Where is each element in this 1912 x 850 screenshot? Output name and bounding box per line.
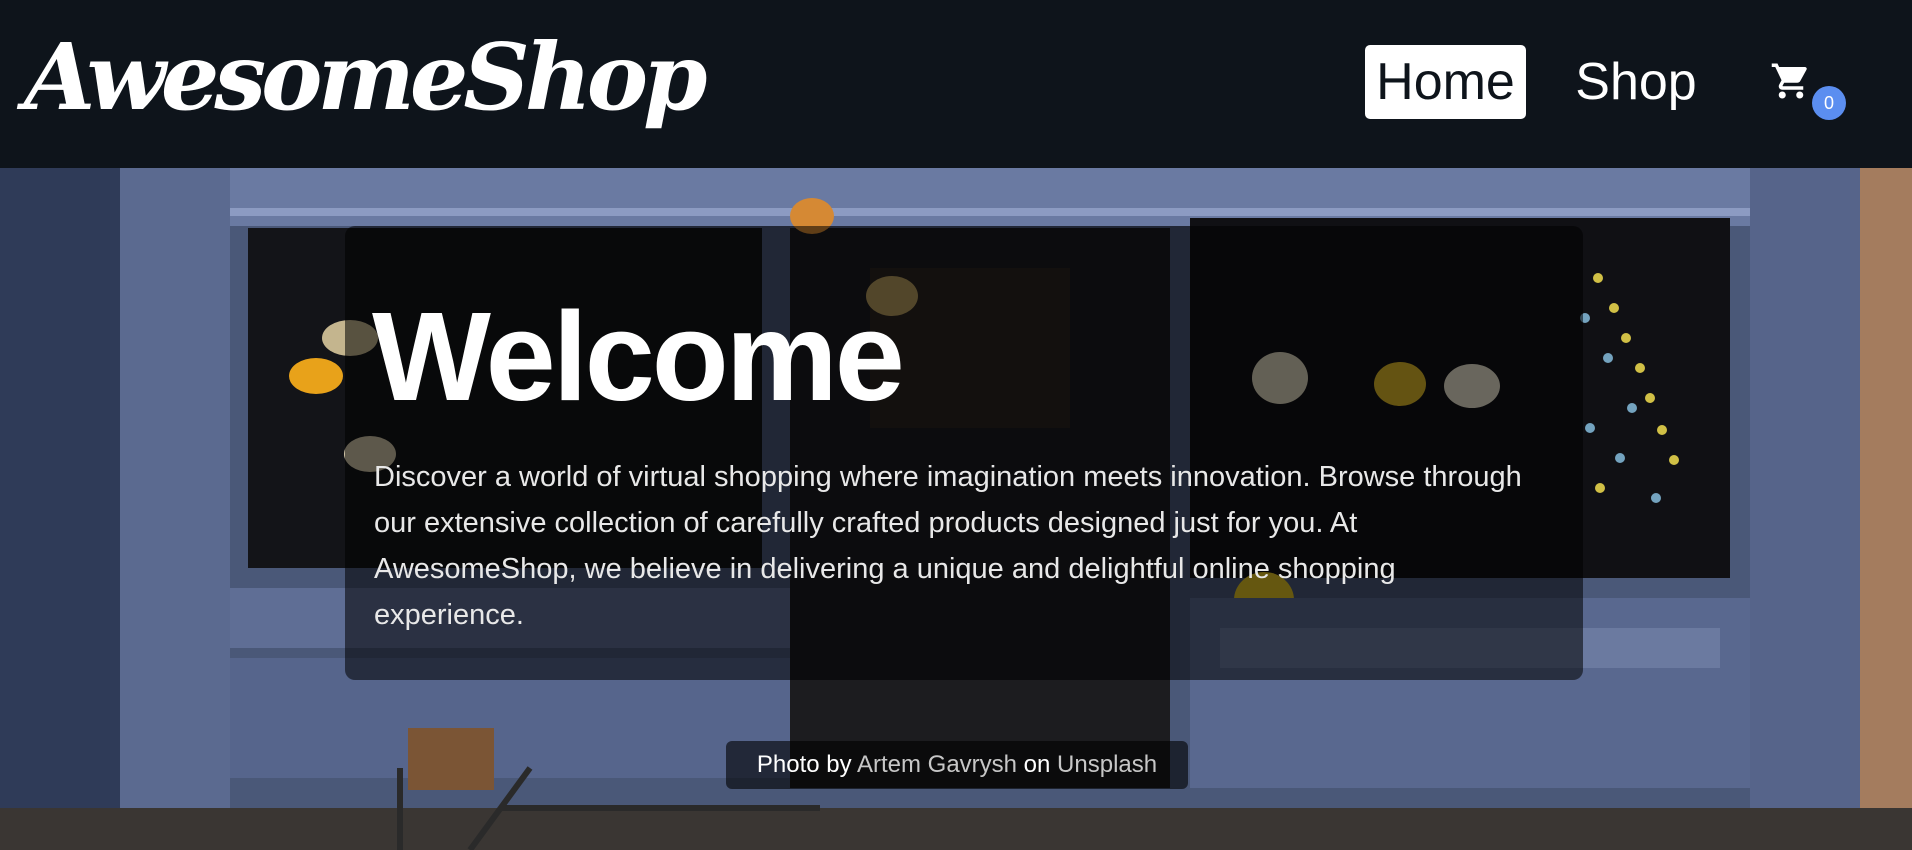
cart-button[interactable]: 0 <box>1764 56 1846 122</box>
photo-credit-middle: on <box>1023 751 1051 778</box>
brand-logo[interactable]: AwesomeShop <box>24 22 707 132</box>
hero-description: Discover a world of virtual shopping whe… <box>374 461 1522 631</box>
photo-source-link[interactable]: Unsplash <box>1057 751 1157 778</box>
hero-title: Welcome <box>372 286 905 427</box>
shopping-cart-icon <box>1771 63 1807 99</box>
nav-link-shop[interactable]: Shop <box>1568 45 1704 119</box>
nav-link-home[interactable]: Home <box>1365 45 1526 119</box>
photo-author-link[interactable]: Artem Gavrysh <box>857 751 1017 778</box>
photo-credit: Photo by Artem Gavrysh on Unsplash <box>726 741 1188 789</box>
cart-count-badge: 0 <box>1812 86 1846 120</box>
hero-banner: Welcome Discover a world of virtual shop… <box>0 168 1912 850</box>
navbar: AwesomeShop Home Shop 0 <box>0 0 1912 168</box>
photo-credit-prefix: Photo by <box>756 751 852 778</box>
